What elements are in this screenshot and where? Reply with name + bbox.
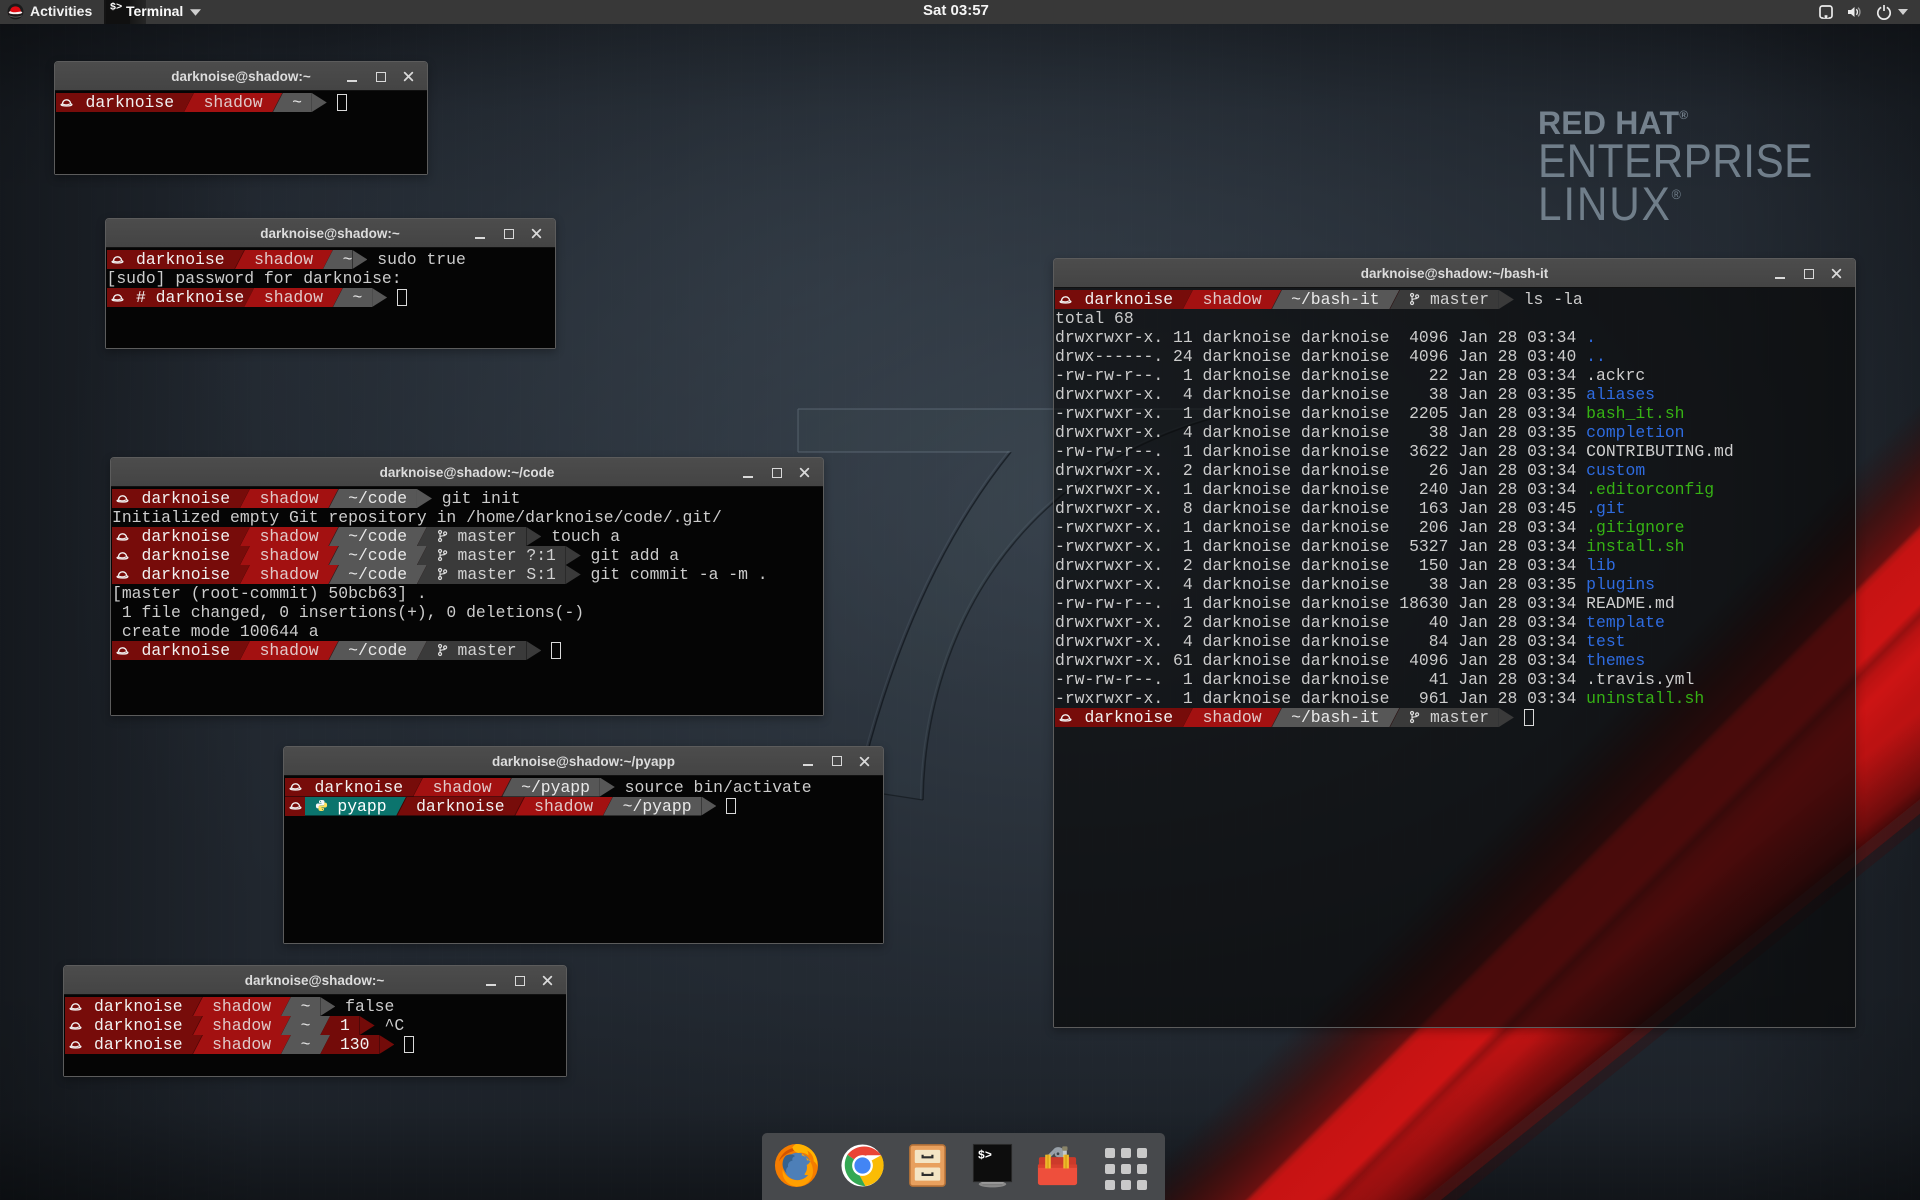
svg-text:$>: $>: [110, 1, 122, 13]
svg-text:$>: $>: [978, 1149, 992, 1163]
